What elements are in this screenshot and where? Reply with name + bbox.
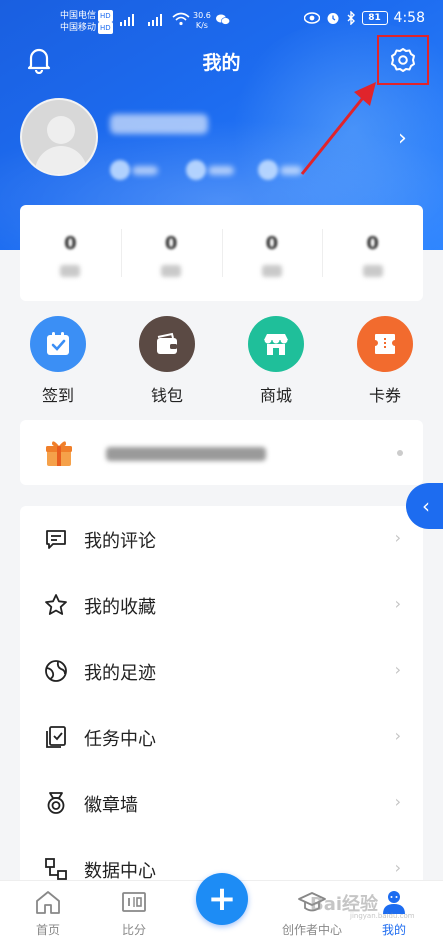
status-right: 81 4:58 (303, 10, 425, 26)
watermark-url: jingyan.baidu.com (350, 912, 415, 920)
battery-indicator: 81 (361, 11, 388, 25)
task-icon (46, 726, 66, 748)
chevron-right-icon: › (394, 858, 401, 877)
stat-item[interactable]: 0 (221, 205, 323, 301)
menu-item-comments[interactable]: 我的评论 › (20, 506, 423, 572)
wallet-label: 钱包 (150, 386, 183, 405)
star-icon (45, 594, 67, 615)
store-icon (248, 316, 304, 372)
menu-item-badges[interactable]: 徽章墙 › (20, 770, 423, 836)
stat-item[interactable]: 0 (120, 205, 222, 301)
wallet-button[interactable]: 钱包 (131, 316, 203, 406)
coupon-label: 卡券 (368, 386, 401, 405)
menu-label: 我的足迹 (84, 663, 156, 684)
stat-label-blurred (60, 265, 81, 277)
stat-value: 0 (64, 233, 77, 254)
nav-label: 首页 (35, 923, 60, 937)
promo-text-blurred (106, 447, 266, 461)
promo-banner[interactable] (20, 420, 423, 485)
settings-button[interactable] (377, 35, 429, 85)
stat-item[interactable]: 0 (322, 205, 423, 301)
nav-home[interactable]: 首页 (26, 889, 70, 938)
create-post-button[interactable]: + (196, 873, 248, 925)
stat-value: 0 (164, 233, 178, 254)
carrier-info: 中国电信 HD 中国移动 HD (60, 10, 113, 34)
quick-actions: 签到 钱包 商城 卡券 (20, 316, 423, 406)
wallet-icon (139, 316, 195, 372)
stat-value: 0 (265, 233, 279, 254)
carrier-2: 中国移动 (60, 23, 97, 33)
menu-label: 徽章墙 (84, 795, 138, 816)
menu-item-favorites[interactable]: 我的收藏 › (20, 572, 423, 638)
stat-label-blurred (261, 265, 282, 277)
chevron-right-icon: › (394, 528, 401, 547)
hd-badge: HD (98, 10, 113, 22)
gift-icon (46, 441, 72, 466)
promo-indicator (397, 450, 403, 456)
chevron-right-icon: › (394, 726, 401, 745)
comment-icon (46, 530, 66, 549)
signal-icon (148, 14, 162, 26)
annotation-arrow (300, 82, 376, 175)
wifi-icon (172, 12, 190, 26)
avatar[interactable] (20, 98, 98, 176)
chevron-right-icon: › (394, 660, 401, 679)
sign-in-label: 签到 (41, 386, 74, 405)
data-icon (45, 858, 67, 880)
stat-item[interactable]: 0 (20, 205, 121, 301)
gear-icon (391, 48, 415, 72)
nav-label: 比分 (121, 923, 146, 937)
medal-icon (47, 792, 65, 814)
eye-icon (303, 12, 320, 24)
carrier-1: 中国电信 (60, 11, 97, 21)
menu-label: 我的评论 (84, 531, 156, 552)
calendar-check-icon (30, 316, 86, 372)
stat-label-blurred (161, 265, 182, 277)
coupon-button[interactable]: 卡券 (349, 316, 421, 406)
home-icon (36, 891, 60, 914)
menu-item-footprints[interactable]: 我的足迹 › (20, 638, 423, 704)
menu-item-tasks[interactable]: 任务中心 › (20, 704, 423, 770)
scoreboard-icon (122, 892, 146, 912)
nav-label: 我的 (381, 923, 406, 937)
chevron-right-icon: › (394, 594, 401, 613)
nav-scores[interactable]: 比分 (112, 889, 156, 938)
stats-card: 0 0 0 0 (20, 205, 423, 301)
menu-label: 任务中心 (84, 729, 156, 750)
signal-icon (120, 14, 134, 26)
stat-value: 0 (366, 233, 379, 254)
username-blurred[interactable] (110, 112, 210, 136)
wechat-icon (216, 14, 230, 25)
store-label: 商城 (259, 386, 292, 405)
stat-label-blurred (362, 265, 383, 277)
bluetooth-icon (347, 11, 355, 25)
sign-in-button[interactable]: 签到 (22, 316, 94, 406)
store-button[interactable]: 商城 (240, 316, 312, 406)
chevron-right-icon: › (394, 792, 401, 811)
footprint-icon (45, 660, 67, 682)
ticket-icon (357, 316, 413, 372)
hd-badge: HD (98, 22, 113, 34)
menu-label: 我的收藏 (84, 597, 156, 618)
profile-chevron-icon[interactable]: › (398, 126, 407, 151)
clock: 4:58 (393, 10, 425, 26)
nav-label: 创作者中心 (281, 923, 342, 937)
alarm-icon (327, 13, 339, 24)
net-speed: 30.6 K/s (193, 11, 211, 30)
menu-list: 我的评论 › 我的收藏 › 我的足迹 › 任务中心 › 徽章墙 › 数据中心 › (20, 506, 423, 906)
